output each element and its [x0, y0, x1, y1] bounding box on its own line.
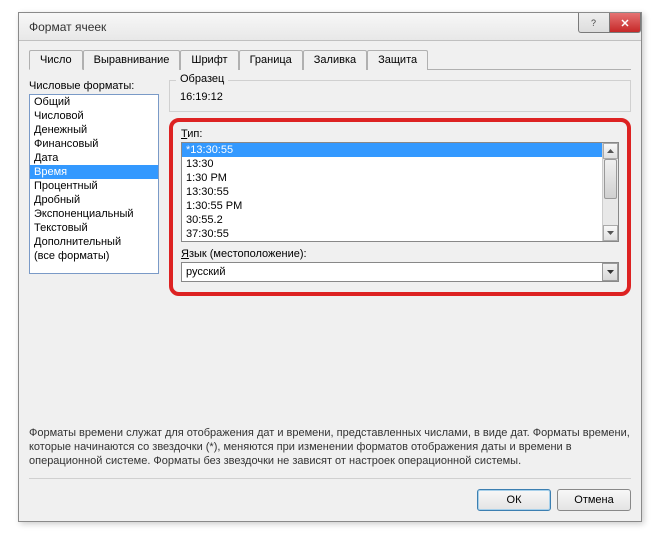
language-label: Язык (местоположение): [181, 248, 619, 260]
category-item[interactable]: Процентный [30, 179, 158, 193]
tab-2[interactable]: Шрифт [180, 50, 238, 70]
tab-1[interactable]: Выравнивание [83, 50, 181, 70]
dropdown-button[interactable] [602, 263, 618, 281]
scrollbar[interactable] [602, 143, 618, 241]
sample-value: 16:19:12 [176, 85, 624, 105]
category-item[interactable]: Экспоненциальный [30, 207, 158, 221]
description-text: Форматы времени служат для отображения д… [29, 422, 631, 478]
type-item[interactable]: 1:30 PM [182, 171, 602, 185]
category-item[interactable]: Финансовый [30, 137, 158, 151]
ok-button[interactable]: ОК [477, 489, 551, 511]
highlight-annotation: Тип: *13:30:5513:301:30 PM13:30:551:30:5… [169, 118, 631, 296]
category-item[interactable]: Денежный [30, 123, 158, 137]
type-label: Тип: [181, 128, 619, 140]
scroll-thumb[interactable] [604, 159, 617, 199]
tab-3[interactable]: Граница [239, 50, 303, 70]
category-item[interactable]: Общий [30, 95, 158, 109]
language-value: русский [186, 266, 614, 278]
titlebar: Формат ячеек ? [19, 13, 641, 41]
type-item[interactable]: *13:30:55 [182, 143, 602, 157]
category-item[interactable]: Время [30, 165, 158, 179]
type-item[interactable]: 13:30:55 [182, 185, 602, 199]
sample-label: Образец [176, 73, 228, 85]
main-content: Числовые форматы: ОбщийЧисловойДенежныйФ… [29, 80, 631, 422]
close-button[interactable] [609, 13, 641, 33]
tab-0[interactable]: Число [29, 50, 83, 70]
dialog-title: Формат ячеек [29, 20, 106, 34]
category-item[interactable]: Текстовый [30, 221, 158, 235]
category-label: Числовые форматы: [29, 80, 159, 92]
help-button[interactable]: ? [578, 13, 610, 33]
cancel-button[interactable]: Отмена [557, 489, 631, 511]
tab-strip: ЧислоВыравниваниеШрифтГраницаЗаливкаЗащи… [29, 49, 631, 70]
category-item[interactable]: (все форматы) [30, 249, 158, 263]
type-item[interactable]: 13:30 [182, 157, 602, 171]
format-cells-dialog: Формат ячеек ? ЧислоВыравниваниеШрифтГра… [18, 12, 642, 522]
tab-4[interactable]: Заливка [303, 50, 367, 70]
type-item[interactable]: 37:30:55 [182, 227, 602, 241]
tab-5[interactable]: Защита [367, 50, 428, 70]
type-item[interactable]: 1:30:55 PM [182, 199, 602, 213]
scroll-track[interactable] [603, 159, 618, 225]
window-controls: ? [579, 13, 641, 33]
type-list[interactable]: *13:30:5513:301:30 PM13:30:551:30:55 PM3… [181, 142, 619, 242]
details-column: Образец 16:19:12 Тип: *13:30:5513:301:30… [169, 80, 631, 422]
svg-text:?: ? [591, 18, 596, 28]
category-item[interactable]: Числовой [30, 109, 158, 123]
type-item[interactable]: 30:55.2 [182, 213, 602, 227]
scroll-up-button[interactable] [603, 143, 618, 159]
language-combo[interactable]: русский [181, 262, 619, 282]
category-item[interactable]: Дата [30, 151, 158, 165]
category-list[interactable]: ОбщийЧисловойДенежныйФинансовыйДатаВремя… [29, 94, 159, 274]
scroll-down-button[interactable] [603, 225, 618, 241]
category-item[interactable]: Дополнительный [30, 235, 158, 249]
category-item[interactable]: Дробный [30, 193, 158, 207]
category-column: Числовые форматы: ОбщийЧисловойДенежныйФ… [29, 80, 159, 422]
dialog-body: ЧислоВыравниваниеШрифтГраницаЗаливкаЗащи… [19, 41, 641, 521]
sample-group: Образец 16:19:12 [169, 80, 631, 112]
button-row: ОК Отмена [29, 478, 631, 511]
